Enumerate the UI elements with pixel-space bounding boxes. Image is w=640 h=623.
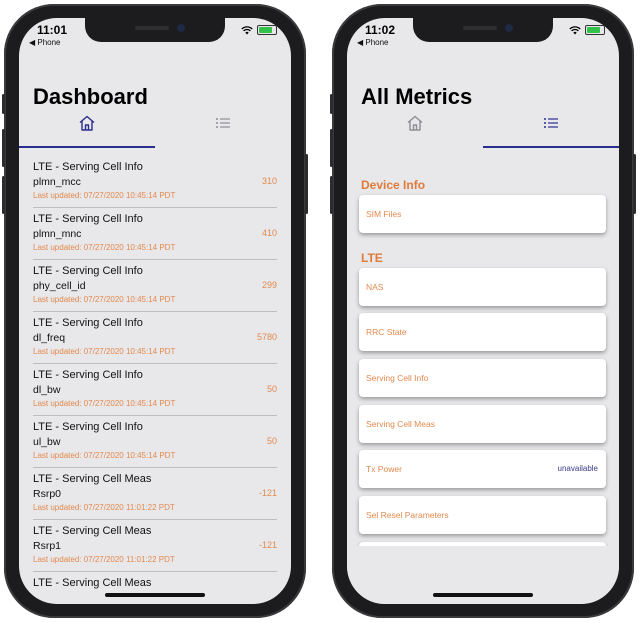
list-item[interactable]: LTE - Serving Cell Info ul_bw Last updated… xyxy=(33,416,277,468)
list-item[interactable]: LTE - Serving Cell Info plmn_mnc Last upda… xyxy=(33,208,277,260)
metric-card-sel-resel-parameters[interactable]: Sel Resel Parameters xyxy=(359,496,606,534)
row-metric-name: Rsrp1 xyxy=(33,540,62,552)
row-header: LTE - Serving Cell Meas xyxy=(33,577,152,589)
tab-bar xyxy=(347,110,619,148)
row-header: LTE - Serving Cell Info xyxy=(33,265,143,277)
volume-down-button xyxy=(330,176,333,214)
tab-all-metrics[interactable] xyxy=(483,110,619,148)
home-indicator[interactable] xyxy=(433,593,533,597)
status-icons xyxy=(241,25,277,35)
status-icons xyxy=(569,25,605,35)
metric-card-label: SIM Files xyxy=(366,209,402,219)
status-time: 11:01 xyxy=(37,23,68,37)
list-item[interactable]: LTE - Serving Cell Info plmn_mcc Last upda… xyxy=(33,156,277,208)
row-metric-name: phy_cell_id xyxy=(33,280,86,292)
section-title-lte: LTE xyxy=(361,251,383,265)
metric-card-label: RRC State xyxy=(366,327,407,337)
list-item[interactable]: LTE - Serving Cell Info dl_freq Last updat… xyxy=(33,312,277,364)
list-item[interactable]: LTE - Serving Cell Meas xyxy=(33,572,277,604)
page-title: Dashboard xyxy=(33,84,148,109)
wifi-icon xyxy=(241,25,253,34)
metric-card-label: Serving Cell Meas xyxy=(366,419,435,429)
row-header: LTE - Serving Cell Info xyxy=(33,161,143,173)
list-item[interactable]: LTE - Serving Cell Info dl_bw Last updated… xyxy=(33,364,277,416)
metric-card-serving-cell-info[interactable]: Serving Cell Info xyxy=(359,359,606,397)
row-last-updated: Last updated: 07/27/2020 10:45:14 PDT xyxy=(33,451,176,460)
row-last-updated: Last updated: 07/27/2020 10:45:14 PDT xyxy=(33,347,176,356)
list-icon xyxy=(544,118,558,128)
volume-up-button xyxy=(2,129,5,167)
row-header: LTE - Serving Cell Info xyxy=(33,369,143,381)
tab-dashboard[interactable] xyxy=(19,110,155,148)
row-metric-name: ul_bw xyxy=(33,436,61,448)
wifi-icon xyxy=(569,25,581,34)
row-header: LTE - Serving Cell Info xyxy=(33,421,143,433)
battery-icon xyxy=(257,25,277,35)
row-last-updated: Last updated: 07/27/2020 11:01:22 PDT xyxy=(33,503,175,512)
back-to-phone-link[interactable]: ◀ Phone xyxy=(29,38,61,47)
section-title-device-info: Device Info xyxy=(361,178,426,192)
metric-card-label: Tx Power xyxy=(366,464,402,474)
power-button xyxy=(633,154,636,214)
metric-card-rrc-state[interactable]: RRC State xyxy=(359,313,606,351)
metric-card-nas[interactable]: NAS xyxy=(359,268,606,306)
metric-card-serving-cell-meas[interactable]: Serving Cell Meas xyxy=(359,405,606,443)
list-item[interactable]: LTE - Serving Cell Meas Rsrp1 Last updated… xyxy=(33,520,277,572)
row-metric-name: plmn_mcc xyxy=(33,176,81,188)
home-icon xyxy=(79,115,95,131)
metrics-list: LTE - Serving Cell Info plmn_mcc Last upda… xyxy=(33,156,277,604)
volume-down-button xyxy=(2,176,5,214)
row-last-updated: Last updated: 07/27/2020 10:45:14 PDT xyxy=(33,191,176,200)
row-metric-name: dl_freq xyxy=(33,332,66,344)
row-value: -121 xyxy=(258,488,277,498)
row-last-updated: Last updated: 07/27/2020 10:45:14 PDT xyxy=(33,399,176,408)
list-item[interactable]: LTE - Serving Cell Info phy_cell_id Last u… xyxy=(33,260,277,312)
row-value: 410 xyxy=(261,228,277,238)
metric-card-sim-files[interactable]: SIM Files xyxy=(359,195,606,233)
page-title: All Metrics xyxy=(361,84,473,109)
left-phone: 11:01 ◀ Phone Dashboard LTE - Serving Ce… xyxy=(2,4,308,618)
list-item[interactable]: LTE - Serving Cell Meas Rsrp0 Last updated… xyxy=(33,468,277,520)
tab-dashboard[interactable] xyxy=(347,110,483,148)
status-bar: 11:02 ◀ Phone xyxy=(347,22,619,48)
all-metrics-screen: 11:02 ◀ Phone All Metrics Device Info SI… xyxy=(347,18,619,604)
row-metric-name: dl_bw xyxy=(33,384,61,396)
metric-card-label: NAS xyxy=(366,282,384,292)
volume-up-button xyxy=(330,129,333,167)
metric-card-tx-power[interactable]: Tx Power unavailable xyxy=(359,450,606,488)
row-header: LTE - Serving Cell Info xyxy=(33,213,143,225)
dashboard-screen: 11:01 ◀ Phone Dashboard LTE - Serving Ce… xyxy=(19,18,291,604)
home-indicator[interactable] xyxy=(105,593,205,597)
row-value: 5780 xyxy=(256,332,277,342)
metric-card-label: Serving Cell Info xyxy=(366,373,429,383)
row-value: 299 xyxy=(261,280,277,290)
row-metric-name: Rsrp0 xyxy=(33,488,62,500)
right-phone: 11:02 ◀ Phone All Metrics Device Info SI… xyxy=(330,4,636,618)
tab-bar xyxy=(19,110,291,148)
home-icon xyxy=(407,115,423,131)
status-bar: 11:01 ◀ Phone xyxy=(19,22,291,48)
battery-icon xyxy=(585,25,605,35)
status-time: 11:02 xyxy=(365,23,396,37)
row-header: LTE - Serving Cell Meas xyxy=(33,473,152,485)
back-to-phone-link[interactable]: ◀ Phone xyxy=(357,38,389,47)
silent-switch xyxy=(2,94,5,114)
tab-all-metrics[interactable] xyxy=(155,110,291,148)
row-last-updated: Last updated: 07/27/2020 10:45:14 PDT xyxy=(33,295,176,304)
row-last-updated: Last updated: 07/27/2020 10:45:14 PDT xyxy=(33,243,176,252)
row-value: 50 xyxy=(266,384,277,394)
row-header: LTE - Serving Cell Meas xyxy=(33,525,152,537)
row-header: LTE - Serving Cell Info xyxy=(33,317,143,329)
row-metric-name: plmn_mnc xyxy=(33,228,82,240)
row-value: -121 xyxy=(258,540,277,550)
row-value: 310 xyxy=(261,176,277,186)
metric-card-value: unavailable xyxy=(557,464,598,473)
metric-card-label: Sel Resel Parameters xyxy=(366,510,449,520)
power-button xyxy=(305,154,308,214)
list-icon xyxy=(216,118,230,128)
silent-switch xyxy=(330,94,333,114)
row-value: 50 xyxy=(266,436,277,446)
row-last-updated: Last updated: 07/27/2020 11:01:22 PDT xyxy=(33,555,175,564)
